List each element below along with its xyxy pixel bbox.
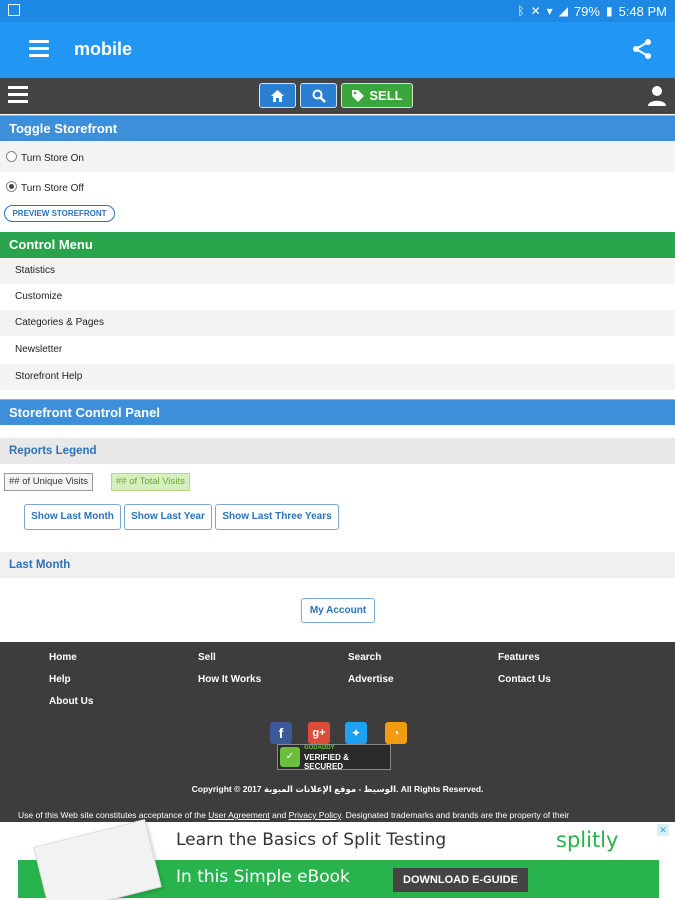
status-bar: ᛒ ✕ ▾ ◢ 79% ▮ 5:48 PM (0, 0, 675, 22)
show-last-three-years-button[interactable]: Show Last Three Years (215, 504, 339, 530)
control-panel-header: Storefront Control Panel (0, 399, 675, 425)
verified-badge-text: VERIFIED & SECURED (303, 752, 349, 771)
store-on-label: Turn Store On (21, 153, 84, 164)
wifi-icon: ▾ (546, 4, 553, 18)
status-icons: ᛒ ✕ ▾ ◢ 79% ▮ 5:48 PM (517, 3, 667, 19)
control-menu-header: Control Menu (0, 232, 675, 258)
menu-item-customize[interactable]: Customize (0, 284, 675, 310)
radio-row-store-on: Turn Store On (0, 142, 675, 172)
reports-legend-header: Reports Legend (0, 438, 675, 464)
battery-percent: 79% (573, 3, 600, 19)
preview-storefront-button[interactable]: PREVIEW STOREFRONT (4, 205, 115, 222)
share-icon[interactable] (631, 38, 653, 60)
tag-icon (352, 89, 365, 102)
toggle-storefront-header: Toggle Storefront (0, 115, 675, 141)
menu-icon[interactable] (29, 40, 49, 58)
store-off-label: Turn Store Off (21, 183, 84, 194)
footer-link-contact-us[interactable]: Contact Us (498, 674, 551, 685)
footer-link-search[interactable]: Search (348, 652, 381, 663)
privacy-policy-link[interactable]: Privacy Policy (289, 810, 341, 820)
terms-and: and (269, 810, 289, 820)
ad-banner[interactable]: Learn the Basics of Split Testing In thi… (0, 819, 675, 900)
facebook-icon[interactable]: f (270, 722, 292, 744)
store-on-radio[interactable] (6, 151, 17, 162)
download-eguide-button[interactable]: DOWNLOAD E-GUIDE (393, 868, 528, 892)
menu-item-storefront-help[interactable]: Storefront Help (0, 364, 675, 390)
ad-subline: In this Simple eBook (176, 867, 350, 887)
sell-button[interactable]: SELL (341, 83, 413, 108)
ebook-cover-image (33, 819, 162, 900)
home-icon (271, 89, 284, 102)
terms-prefix: Use of this Web site constitutes accepta… (18, 810, 209, 820)
battery-icon: ▮ (605, 4, 613, 18)
ad-headline: Learn the Basics of Split Testing (176, 830, 447, 850)
footer-link-advertise[interactable]: Advertise (348, 674, 394, 685)
copyright-text: Copyright © 2017 الوسيط - موقع الإعلانات… (191, 784, 484, 794)
search-button[interactable] (300, 83, 337, 108)
user-agreement-link[interactable]: User Agreement (208, 810, 269, 820)
store-off-radio[interactable] (6, 181, 17, 192)
sell-label: SELL (369, 88, 403, 103)
terms-text: Use of this Web site constitutes accepta… (18, 810, 668, 820)
lock-icon: ✓ (280, 747, 300, 767)
status-time: 5:48 PM (618, 3, 667, 19)
footer-link-how-it-works[interactable]: How It Works (198, 674, 261, 685)
terms-suffix: . Designated trademarks and brands are t… (340, 810, 570, 820)
footer-link-features[interactable]: Features (498, 652, 540, 663)
footer-link-help[interactable]: Help (49, 674, 71, 685)
twitter-icon[interactable]: ✦ (345, 722, 367, 744)
last-month-header: Last Month (0, 552, 675, 578)
bluetooth-icon: ᛒ (517, 4, 525, 18)
show-last-month-button[interactable]: Show Last Month (24, 504, 121, 530)
footer-link-about-us[interactable]: About Us (49, 696, 93, 707)
legend-unique-visits: ## of Unique Visits (4, 473, 94, 491)
google-plus-icon[interactable]: g+ (308, 722, 330, 744)
search-icon (312, 89, 326, 103)
my-account-button[interactable]: My Account (301, 598, 375, 623)
radio-row-store-off: Turn Store Off (0, 172, 675, 202)
mute-icon: ✕ (530, 4, 541, 18)
footer-link-home[interactable]: Home (49, 652, 77, 663)
rss-icon[interactable]: ◔ (385, 722, 407, 744)
verified-badge-brand: GODADDY (303, 744, 335, 751)
home-button[interactable] (259, 83, 296, 108)
footer: Home Sell Search Features Help How It Wo… (0, 642, 675, 822)
site-menu-icon[interactable] (8, 86, 28, 104)
footer-link-sell[interactable]: Sell (198, 652, 216, 663)
screenshot-icon (8, 4, 20, 16)
menu-item-newsletter[interactable]: Newsletter (0, 337, 675, 363)
user-icon[interactable] (647, 85, 667, 107)
menu-item-categories-pages[interactable]: Categories & Pages (0, 310, 675, 336)
site-toolbar: SELL (0, 78, 675, 114)
ad-close-icon[interactable]: ✕ (657, 824, 669, 836)
menu-item-statistics[interactable]: Statistics (0, 258, 675, 284)
show-last-year-button[interactable]: Show Last Year (124, 504, 212, 530)
signal-icon: ◢ (558, 4, 568, 18)
legend-total-visits: ## of Total Visits (111, 473, 190, 491)
app-title: mobile (74, 39, 133, 59)
app-bar: mobile (0, 22, 675, 78)
ad-brand-logo: splitly (556, 828, 619, 852)
verified-secured-badge: ✓ GODADDY VERIFIED & SECURED (277, 744, 391, 771)
